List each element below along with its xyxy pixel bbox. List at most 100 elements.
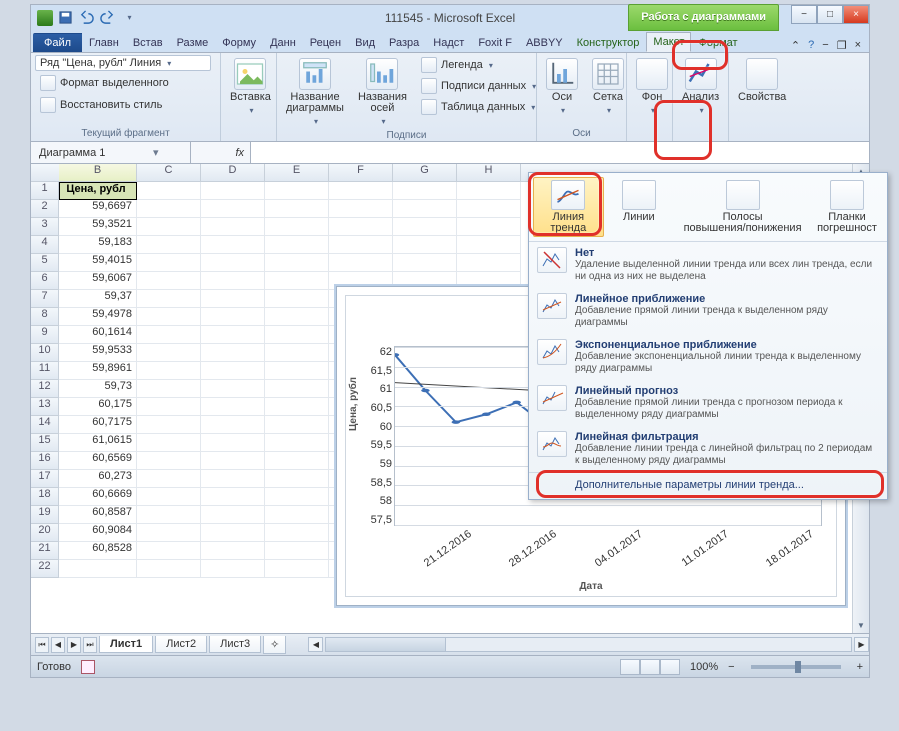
cell[interactable] xyxy=(265,344,329,362)
cell[interactable] xyxy=(137,560,201,578)
cell[interactable] xyxy=(201,326,265,344)
cell[interactable] xyxy=(393,236,457,254)
help-icon[interactable]: ? xyxy=(808,39,814,52)
panel-lines-button[interactable]: Линии xyxy=(604,177,675,237)
cell[interactable] xyxy=(457,218,521,236)
mdi-min-icon[interactable]: − xyxy=(822,39,828,52)
cell[interactable] xyxy=(201,488,265,506)
cell[interactable] xyxy=(137,506,201,524)
row-header[interactable]: 6 xyxy=(31,272,59,290)
cell[interactable] xyxy=(265,182,329,200)
cell[interactable] xyxy=(265,290,329,308)
zoom-slider-handle[interactable] xyxy=(795,661,801,673)
cell[interactable] xyxy=(457,182,521,200)
cell[interactable]: 59,37 xyxy=(59,290,137,308)
sheet-nav-prev[interactable]: ◀ xyxy=(51,637,65,653)
cell[interactable] xyxy=(265,434,329,452)
cell[interactable] xyxy=(137,236,201,254)
cell[interactable]: 59,73 xyxy=(59,380,137,398)
cell[interactable] xyxy=(137,272,201,290)
view-page-layout-button[interactable] xyxy=(640,659,660,675)
trendline-option-moving-average[interactable]: Линейная фильтрацияДобавление линии трен… xyxy=(529,426,887,472)
column-header[interactable]: C xyxy=(137,164,201,181)
cell[interactable] xyxy=(265,326,329,344)
cell[interactable] xyxy=(137,416,201,434)
cell[interactable] xyxy=(265,398,329,416)
cell[interactable]: 60,273 xyxy=(59,470,137,488)
cell[interactable]: 60,9084 xyxy=(59,524,137,542)
name-box-dropdown-icon[interactable]: ▾ xyxy=(153,146,159,159)
row-header[interactable]: 19 xyxy=(31,506,59,524)
sheet-tab-3[interactable]: Лист3 xyxy=(209,636,261,653)
cell[interactable] xyxy=(137,524,201,542)
zoom-level[interactable]: 100% xyxy=(690,661,718,673)
mdi-restore-icon[interactable]: ❐ xyxy=(837,39,847,52)
data-table-button[interactable]: Таблица данных xyxy=(416,97,541,117)
trendline-option-none[interactable]: НетУдаление выделенной линии тренда или … xyxy=(529,242,887,288)
cell[interactable] xyxy=(137,452,201,470)
column-header[interactable]: E xyxy=(265,164,329,181)
cell[interactable]: 59,6697 xyxy=(59,200,137,218)
axis-titles-button[interactable]: Названия осей xyxy=(353,55,412,130)
tab-view[interactable]: Вид xyxy=(348,33,382,52)
cell[interactable]: 61,0615 xyxy=(59,434,137,452)
cell[interactable] xyxy=(59,560,137,578)
tab-home[interactable]: Главн xyxy=(82,33,126,52)
cell[interactable] xyxy=(201,380,265,398)
cell[interactable]: 60,7175 xyxy=(59,416,137,434)
cell[interactable] xyxy=(201,290,265,308)
cell[interactable]: Цена, рубл xyxy=(59,182,137,200)
cell[interactable] xyxy=(393,254,457,272)
row-header[interactable]: 5 xyxy=(31,254,59,272)
macro-record-icon[interactable] xyxy=(81,660,95,674)
cell[interactable] xyxy=(265,452,329,470)
data-labels-button[interactable]: Подписи данных xyxy=(416,76,541,96)
cell[interactable] xyxy=(137,542,201,560)
cell[interactable] xyxy=(201,272,265,290)
row-header[interactable]: 9 xyxy=(31,326,59,344)
horizontal-scrollbar[interactable]: ◀ ▶ xyxy=(308,637,869,652)
tab-chart-layout[interactable]: Макет xyxy=(646,32,691,52)
row-header[interactable]: 1 xyxy=(31,182,59,200)
tab-review[interactable]: Рецен xyxy=(303,33,348,52)
cell[interactable] xyxy=(137,290,201,308)
cell[interactable] xyxy=(137,470,201,488)
cell[interactable] xyxy=(201,362,265,380)
tab-abbyy[interactable]: ABBYY xyxy=(519,33,570,52)
chart-y-axis-label[interactable]: Цена, рубл xyxy=(348,377,359,431)
cell[interactable] xyxy=(457,236,521,254)
cell[interactable] xyxy=(201,506,265,524)
row-header[interactable]: 7 xyxy=(31,290,59,308)
tab-insert[interactable]: Встав xyxy=(126,33,170,52)
cell[interactable] xyxy=(137,218,201,236)
save-button[interactable] xyxy=(57,9,74,26)
cell[interactable] xyxy=(457,200,521,218)
chart-title-button[interactable]: Название диаграммы xyxy=(281,55,349,130)
tab-developer[interactable]: Разра xyxy=(382,33,426,52)
cell[interactable]: 59,183 xyxy=(59,236,137,254)
sheet-tab-1[interactable]: Лист1 xyxy=(99,636,153,653)
cell[interactable] xyxy=(265,254,329,272)
scroll-down-icon[interactable]: ▼ xyxy=(853,618,869,633)
legend-button[interactable]: Легенда xyxy=(416,55,541,75)
analysis-button[interactable]: Анализ xyxy=(677,55,724,119)
excel-icon[interactable] xyxy=(37,10,53,26)
sheet-tab-2[interactable]: Лист2 xyxy=(155,636,207,653)
row-header[interactable]: 3 xyxy=(31,218,59,236)
cell[interactable]: 60,6669 xyxy=(59,488,137,506)
format-selection-button[interactable]: Формат выделенного xyxy=(35,73,174,93)
view-page-break-button[interactable] xyxy=(660,659,680,675)
row-header[interactable]: 16 xyxy=(31,452,59,470)
sheet-nav-last[interactable]: ⏭ xyxy=(83,637,97,653)
fx-icon[interactable]: fx xyxy=(235,147,244,159)
cell[interactable] xyxy=(137,200,201,218)
hscroll-track[interactable] xyxy=(325,637,852,652)
cell[interactable] xyxy=(201,236,265,254)
chart-x-axis-label[interactable]: Дата xyxy=(346,581,836,592)
cell[interactable] xyxy=(201,398,265,416)
name-box[interactable]: ▾ xyxy=(31,142,191,163)
cell[interactable] xyxy=(201,182,265,200)
column-header[interactable]: D xyxy=(201,164,265,181)
cell[interactable] xyxy=(201,308,265,326)
cell[interactable] xyxy=(457,254,521,272)
